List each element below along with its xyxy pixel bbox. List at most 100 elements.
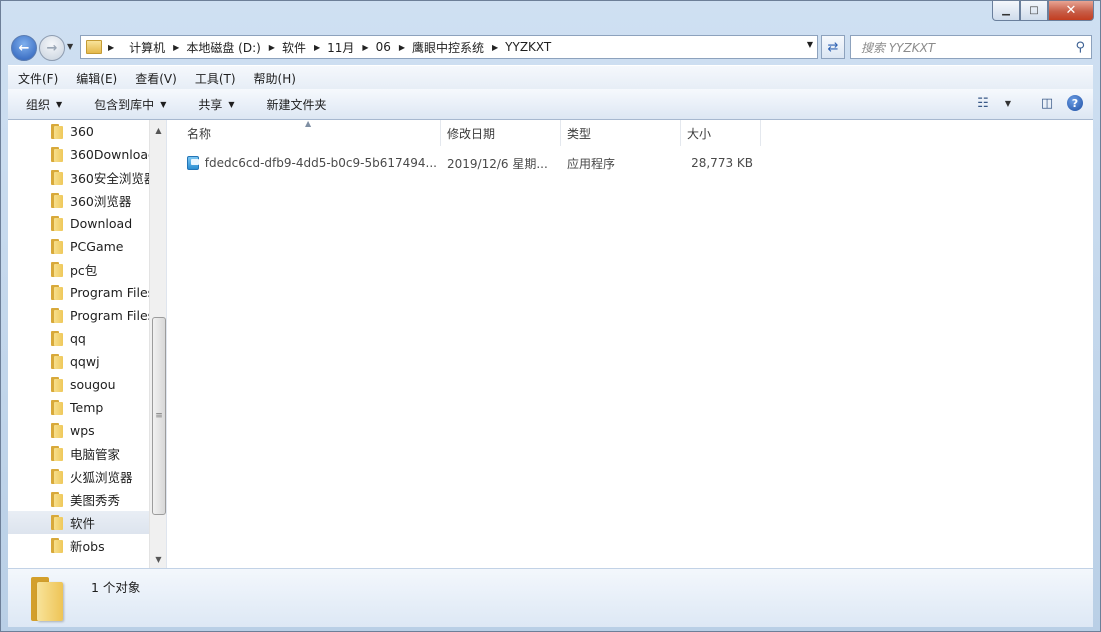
- view-options-dropdown-icon[interactable]: ▼: [1003, 94, 1013, 112]
- forward-button[interactable]: →: [39, 35, 65, 61]
- nav-item[interactable]: 360Download: [8, 143, 149, 166]
- scroll-down-icon[interactable]: ▼: [150, 551, 167, 568]
- folder-icon: [50, 147, 63, 162]
- file-name-cell: fdedc6cd-dfb9-4dd5-b0c9-5b617494...: [187, 152, 437, 174]
- nav-scrollbar[interactable]: ▲ ≡ ▼: [149, 120, 167, 568]
- menu-view[interactable]: 查看(V): [125, 70, 185, 87]
- new-folder-button[interactable]: 新建文件夹: [249, 96, 341, 113]
- nav-item[interactable]: Download: [8, 212, 149, 235]
- nav-item-label: 美图秀秀: [70, 493, 121, 508]
- back-arrow-icon: ←: [18, 40, 30, 56]
- column-header-date[interactable]: 修改日期: [441, 120, 561, 146]
- nav-item[interactable]: PCGame: [8, 235, 149, 258]
- nav-item[interactable]: 电脑管家: [8, 442, 149, 465]
- file-date-cell: 2019/12/6 星期...: [447, 156, 548, 171]
- close-button[interactable]: ✕: [1048, 1, 1094, 21]
- chevron-down-icon: ▼: [228, 99, 235, 109]
- nav-item[interactable]: 360安全浏览器: [8, 166, 149, 189]
- breadcrumb-06[interactable]: ▶ 06: [362, 40, 390, 54]
- nav-item[interactable]: 360: [8, 120, 149, 143]
- nav-item[interactable]: 美图秀秀: [8, 488, 149, 511]
- nav-item[interactable]: 软件: [8, 511, 149, 534]
- search-box[interactable]: 搜索 YYZKXT ⚲: [850, 35, 1092, 59]
- search-icon[interactable]: ⚲: [1075, 40, 1085, 55]
- column-header-type[interactable]: 类型: [561, 120, 681, 146]
- file-type-cell: 应用程序: [567, 156, 616, 171]
- scroll-up-icon[interactable]: ▲: [150, 122, 167, 139]
- folder-icon: [50, 239, 63, 254]
- nav-item-label: pc包: [70, 263, 98, 278]
- folder-icon: [50, 377, 63, 392]
- recent-pages-dropdown-icon[interactable]: ▼: [67, 42, 73, 51]
- folder-icon: [50, 308, 63, 323]
- nav-item[interactable]: Program Files: [8, 281, 149, 304]
- nav-item-label: 360浏览器: [70, 194, 132, 209]
- folder-icon: [50, 515, 63, 530]
- preview-pane-icon[interactable]: ◫: [1037, 94, 1057, 112]
- refresh-button[interactable]: ⇄: [821, 35, 845, 59]
- organize-button[interactable]: 组织 ▼: [8, 96, 76, 113]
- nav-item-label: 360: [70, 124, 94, 139]
- help-icon[interactable]: ?: [1067, 95, 1083, 111]
- nav-item[interactable]: 火狐浏览器: [8, 465, 149, 488]
- nav-item[interactable]: 360浏览器: [8, 189, 149, 212]
- folder-icon: [50, 492, 63, 507]
- nav-item-label: Program Files: [70, 285, 149, 300]
- item-count: 1 个对象: [91, 580, 141, 595]
- nav-item[interactable]: wps: [8, 419, 149, 442]
- nav-item-label: qqwj: [70, 354, 100, 369]
- folder-icon: [50, 262, 63, 277]
- breadcrumb-yingyan[interactable]: ▶ 鹰眼中控系统: [399, 39, 484, 56]
- menu-tools[interactable]: 工具(T): [185, 70, 244, 87]
- column-header-size[interactable]: 大小: [681, 120, 761, 146]
- nav-item-label: Program Files: [70, 308, 149, 323]
- folder-icon: [50, 124, 63, 139]
- nav-item[interactable]: pc包: [8, 258, 149, 281]
- nav-item-label: sougou: [70, 377, 116, 392]
- menu-edit[interactable]: 编辑(E): [66, 70, 125, 87]
- breadcrumb-software[interactable]: ▶ 软件: [269, 39, 306, 56]
- chevron-right-icon: ▶: [268, 42, 275, 52]
- nav-item[interactable]: Program Files: [8, 304, 149, 327]
- address-bar[interactable]: ▶ 计算机 ▶ 本地磁盘 (D:) ▶ 软件 ▶ 11月 ▶ 06 ▶ 鹰眼中控…: [80, 35, 818, 59]
- file-row[interactable]: fdedc6cd-dfb9-4dd5-b0c9-5b617494... 2019…: [167, 152, 1093, 174]
- nav-item[interactable]: 新obs: [8, 534, 149, 557]
- navigation-pane: 360 360Download 360安全浏览器 360浏览器 Download PCGa…: [8, 120, 149, 568]
- chevron-down-icon: ▼: [160, 99, 167, 109]
- nav-item[interactable]: Temp: [8, 396, 149, 419]
- folder-icon: [50, 400, 63, 415]
- column-header-name[interactable]: 名称: [181, 120, 441, 146]
- folder-icon: [29, 577, 65, 621]
- address-row: ← → ▼ ▶ 计算机 ▶ 本地磁盘 (D:) ▶ 软件 ▶ 11月 ▶ 06 …: [1, 31, 1100, 65]
- breadcrumb-november[interactable]: ▶ 11月: [314, 39, 354, 56]
- minimize-button[interactable]: ▁: [992, 1, 1020, 21]
- column-headers: ▲ 名称 修改日期 类型 大小: [167, 119, 1093, 146]
- breadcrumb-local-disk[interactable]: ▶ 本地磁盘 (D:): [173, 39, 261, 56]
- share-button[interactable]: 共享 ▼: [180, 96, 248, 113]
- nav-item-label: 360Download: [70, 147, 149, 162]
- folder-icon: [50, 285, 63, 300]
- nav-item-label: qq: [70, 331, 86, 346]
- search-input[interactable]: 搜索 YYZKXT: [861, 39, 1075, 56]
- file-list: ▲ 名称 修改日期 类型 大小 fdedc6cd-dfb9-4dd5-b0c9-…: [167, 119, 1093, 568]
- breadcrumb-yyzkxt[interactable]: ▶ YYZKXT: [492, 40, 551, 54]
- scroll-thumb[interactable]: ≡: [152, 317, 166, 515]
- maximize-button[interactable]: □: [1020, 1, 1048, 21]
- view-options-icon[interactable]: ☷: [973, 94, 993, 112]
- nav-item-label: 软件: [70, 516, 96, 531]
- folder-icon: [50, 216, 63, 231]
- nav-item[interactable]: qqwj: [8, 350, 149, 373]
- folder-icon: [50, 170, 63, 185]
- breadcrumb-computer[interactable]: 计算机: [129, 39, 165, 56]
- breadcrumb-root-arrow[interactable]: ▶: [108, 43, 121, 52]
- nav-item-label: 火狐浏览器: [70, 470, 133, 485]
- address-dropdown-icon[interactable]: ▼: [807, 40, 813, 49]
- menu-file[interactable]: 文件(F): [8, 70, 66, 87]
- include-in-library-button[interactable]: 包含到库中 ▼: [76, 96, 180, 113]
- command-bar: 组织 ▼ 包含到库中 ▼ 共享 ▼ 新建文件夹 ☷ ▼ ◫ ?: [8, 89, 1093, 120]
- menu-help[interactable]: 帮助(H): [244, 70, 304, 87]
- nav-item[interactable]: qq: [8, 327, 149, 350]
- chevron-right-icon: ▶: [398, 42, 405, 52]
- nav-item[interactable]: sougou: [8, 373, 149, 396]
- back-button[interactable]: ←: [11, 35, 37, 61]
